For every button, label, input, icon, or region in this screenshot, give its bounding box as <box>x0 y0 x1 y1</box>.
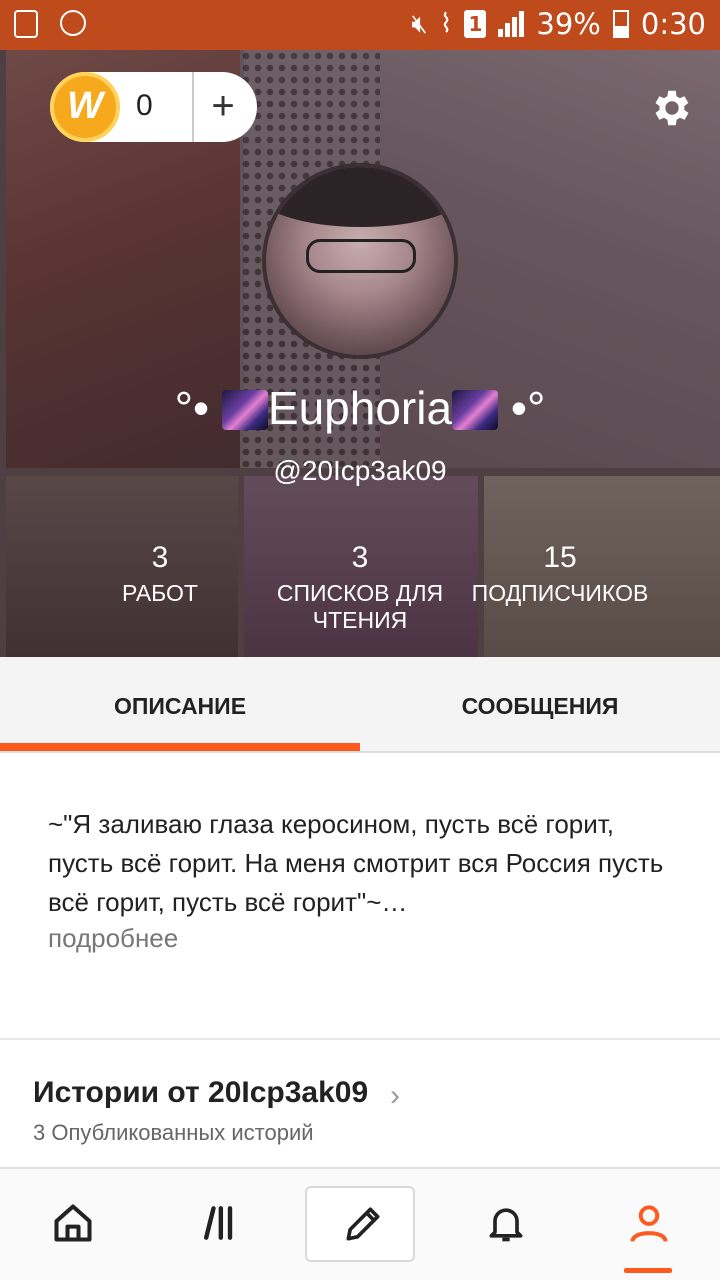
nav-library[interactable] <box>163 1187 273 1263</box>
profile-tabs: ОПИСАНИЕ СООБЩЕНИЯ <box>0 657 720 753</box>
nav-write[interactable] <box>305 1186 415 1262</box>
read-more-link[interactable]: подробнее <box>48 923 178 954</box>
profile-header: W 0 + °• Euphoria •° @20Icp3ak09 3 РАБОТ… <box>0 50 720 657</box>
stat-followers-label: ПОДПИСЧИКОВ <box>471 580 649 606</box>
stories-title[interactable]: Истории от 20Icp3ak09 <box>33 1076 368 1110</box>
coin-icon: W <box>50 72 120 142</box>
display-name: °• Euphoria •° <box>0 380 720 436</box>
battery-percent: 39% <box>536 7 601 41</box>
home-icon <box>54 1204 92 1242</box>
notifications-icon <box>489 1208 523 1242</box>
coin-divider <box>192 72 194 142</box>
status-right: 🔇︎ ⌇ 1 39% 0:30 <box>411 7 706 41</box>
galaxy-emoji-icon <box>452 390 499 430</box>
sync-error-icon <box>60 10 86 36</box>
add-coins-button[interactable]: + <box>198 82 248 132</box>
bottom-navigation <box>0 1169 720 1280</box>
avatar[interactable] <box>262 163 458 359</box>
signal-icon <box>498 11 525 37</box>
stories-subtitle: 3 Опубликованных историй <box>33 1120 314 1145</box>
tab-description[interactable]: ОПИСАНИЕ <box>0 657 360 753</box>
active-nav-indicator <box>624 1268 672 1273</box>
nav-notifications[interactable] <box>450 1187 560 1263</box>
gear-icon[interactable] <box>649 85 695 131</box>
name-suffix: •° <box>510 382 546 434</box>
status-left <box>14 10 86 38</box>
chevron-right-icon[interactable]: › <box>390 1079 400 1113</box>
name-text: Euphoria <box>267 382 453 434</box>
galaxy-emoji-icon <box>221 390 268 430</box>
stat-followers[interactable]: 15 ПОДПИСЧИКОВ <box>440 540 680 607</box>
nav-home[interactable] <box>17 1187 127 1263</box>
profile-description: ~"Я заливаю глаза керосином, пусть всё г… <box>48 809 664 917</box>
coin-wallet[interactable]: W 0 + <box>50 72 257 142</box>
avatar-hair <box>266 167 454 227</box>
wifi-icon: ⌇ <box>439 9 453 39</box>
name-prefix: °• <box>174 382 210 434</box>
mute-icon: 🔇︎ <box>411 8 428 39</box>
clock: 0:30 <box>640 7 706 41</box>
stat-followers-count: 15 <box>543 541 577 574</box>
status-bar: 🔇︎ ⌇ 1 39% 0:30 <box>0 0 720 50</box>
username-handle: @20Icp3ak09 <box>273 455 447 486</box>
profile-icon <box>630 1205 668 1243</box>
tab-messages[interactable]: СООБЩЕНИЯ <box>360 657 720 753</box>
gallery-notification-icon <box>14 10 38 38</box>
sim-indicator: 1 <box>464 10 487 38</box>
avatar-glasses <box>306 239 416 273</box>
active-tab-indicator <box>0 743 360 751</box>
library-icon <box>203 1206 233 1240</box>
coin-count: 0 <box>136 89 153 122</box>
section-divider <box>0 1038 720 1040</box>
nav-profile[interactable] <box>593 1187 703 1263</box>
write-icon <box>346 1207 380 1241</box>
battery-icon <box>612 10 629 38</box>
